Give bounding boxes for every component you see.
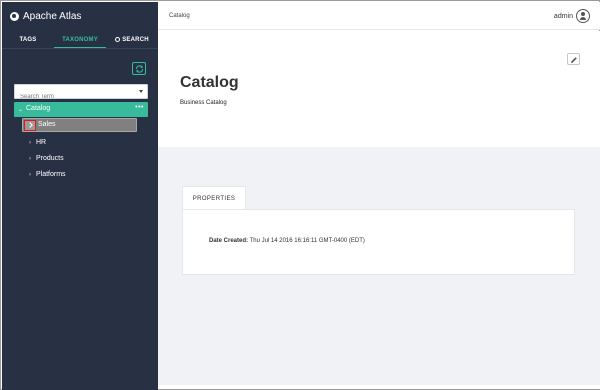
property-label: Date Created: — [209, 238, 249, 244]
tree-item-products[interactable]: › Products — [29, 155, 64, 162]
edit-button[interactable] — [567, 53, 580, 65]
tree-item-platforms-label: Platforms — [36, 171, 66, 178]
chevron-right-icon[interactable]: › — [29, 156, 31, 162]
chevron-right-icon[interactable]: › — [29, 172, 31, 178]
more-options-icon[interactable]: ••• — [135, 104, 144, 111]
user-menu[interactable]: admin — [554, 9, 590, 23]
tree-item-platforms[interactable]: › Platforms — [29, 171, 66, 178]
sidebar: Apache Atlas TAGS TAXONOMY SEARCH ⌄ Cata… — [2, 2, 158, 390]
caret-down-icon[interactable] — [139, 90, 143, 93]
tab-search[interactable]: SEARCH — [106, 32, 158, 48]
tree-item-sales-label: Sales — [38, 121, 56, 128]
tab-taxonomy[interactable]: TAXONOMY — [54, 32, 106, 48]
app-title: Apache Atlas — [23, 11, 82, 22]
search-icon — [115, 37, 121, 42]
page-title: Catalog — [180, 74, 239, 91]
user-avatar-icon[interactable] — [576, 9, 590, 23]
search-term-select[interactable] — [14, 84, 148, 104]
tree-item-hr-label: HR — [36, 139, 47, 146]
app-window: Apache Atlas TAGS TAXONOMY SEARCH ⌄ Cata… — [0, 0, 600, 390]
pencil-icon — [571, 57, 577, 63]
globe-icon — [10, 12, 19, 21]
page-subtitle: Business Catalog — [180, 100, 227, 106]
main-content: Catalog Business Catalog PROPERTIES Date… — [158, 31, 600, 389]
tree-item-catalog-label: Catalog — [26, 105, 51, 112]
tab-tags[interactable]: TAGS — [2, 32, 54, 48]
property-row: Date Created: Thu Jul 14 2016 16:16:11 G… — [209, 238, 365, 244]
tree-item-sales[interactable]: Sales — [22, 118, 137, 132]
chevron-right-icon[interactable]: › — [29, 140, 31, 146]
tab-search-label: SEARCH — [122, 37, 149, 43]
tree-item-products-label: Products — [36, 155, 64, 162]
refresh-button[interactable] — [132, 62, 146, 75]
refresh-icon — [136, 65, 143, 73]
breadcrumb[interactable]: Catalog — [169, 13, 190, 19]
user-name[interactable]: admin — [554, 13, 573, 20]
expand-marker-icon[interactable] — [24, 120, 36, 131]
sidebar-tabs: TAGS TAXONOMY SEARCH — [2, 32, 158, 49]
tab-properties[interactable]: PROPERTIES — [182, 186, 246, 210]
top-header: Catalog admin — [158, 2, 600, 30]
tree-item-hr[interactable]: › HR — [29, 139, 46, 146]
tree-item-catalog[interactable]: ⌄ Catalog ••• — [14, 102, 148, 117]
chevron-down-icon[interactable]: ⌄ — [18, 106, 23, 113]
properties-panel: Date Created: Thu Jul 14 2016 16:16:11 G… — [182, 209, 575, 275]
brand[interactable]: Apache Atlas — [10, 11, 81, 22]
property-value: Thu Jul 14 2016 16:16:11 GMT-0400 (EDT) — [249, 238, 365, 244]
